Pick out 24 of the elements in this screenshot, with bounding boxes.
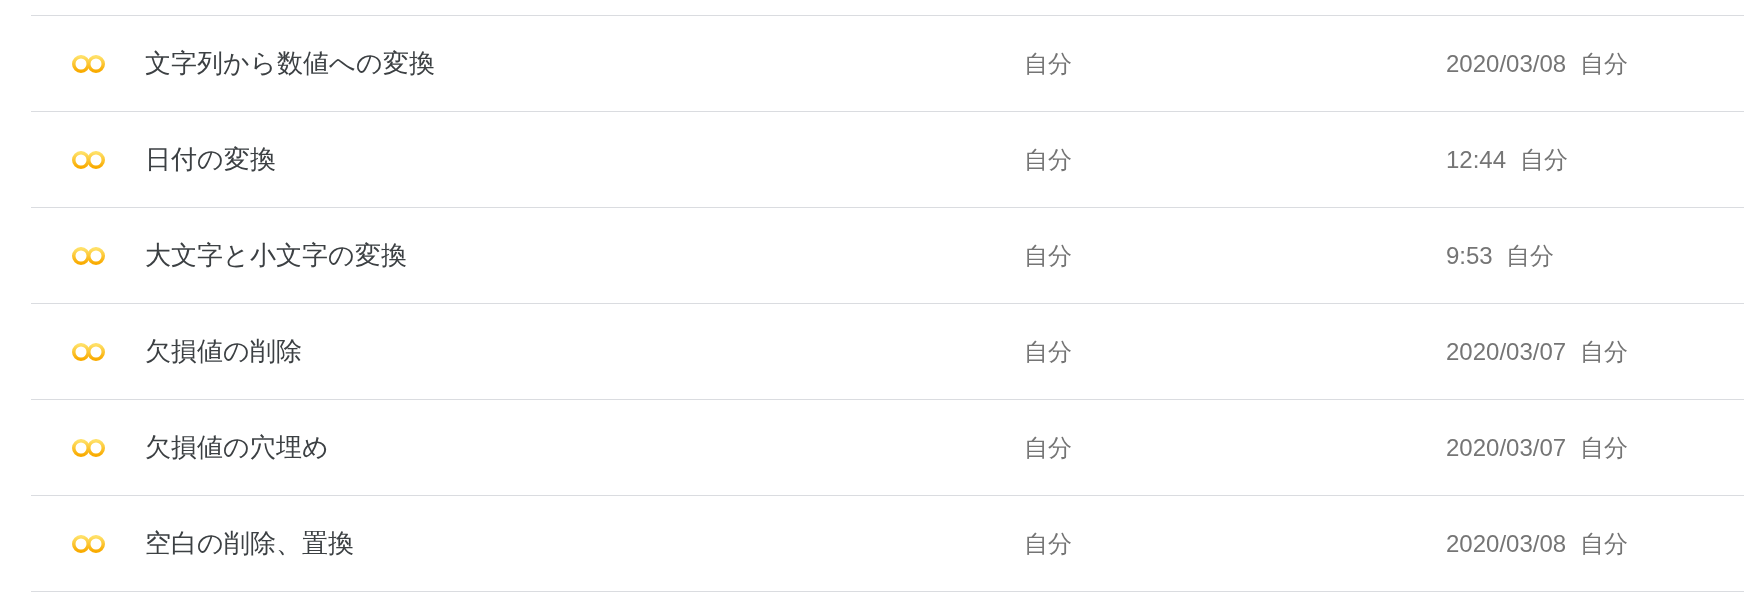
owner-text: 自分 <box>1024 144 1072 175</box>
owner-text: 自分 <box>1024 528 1072 559</box>
double-ring-icon <box>72 150 105 169</box>
double-ring-icon <box>72 246 105 265</box>
file-name: 欠損値の削除 <box>145 335 302 368</box>
double-ring-icon <box>72 438 105 457</box>
modified-text: 12:44 自分 <box>1446 144 1568 175</box>
modified-text: 2020/03/08 自分 <box>1446 528 1628 559</box>
file-name: 欠損値の穴埋め <box>145 431 329 464</box>
file-name: 大文字と小文字の変換 <box>145 239 407 272</box>
modified-text: 9:53 自分 <box>1446 240 1555 271</box>
owner-text: 自分 <box>1024 48 1072 79</box>
double-ring-icon <box>72 342 105 361</box>
owner-text: 自分 <box>1024 336 1072 367</box>
file-name: 日付の変換 <box>145 143 276 176</box>
modified-text: 2020/03/07 自分 <box>1446 432 1628 463</box>
double-ring-icon <box>72 54 105 73</box>
owner-text: 自分 <box>1024 432 1072 463</box>
file-name: 文字列から数値への変換 <box>145 47 435 80</box>
double-ring-icon <box>72 534 105 553</box>
file-name: 空白の削除、置換 <box>145 527 354 560</box>
modified-text: 2020/03/08 自分 <box>1446 48 1628 79</box>
modified-text: 2020/03/07 自分 <box>1446 336 1628 367</box>
owner-text: 自分 <box>1024 240 1072 271</box>
